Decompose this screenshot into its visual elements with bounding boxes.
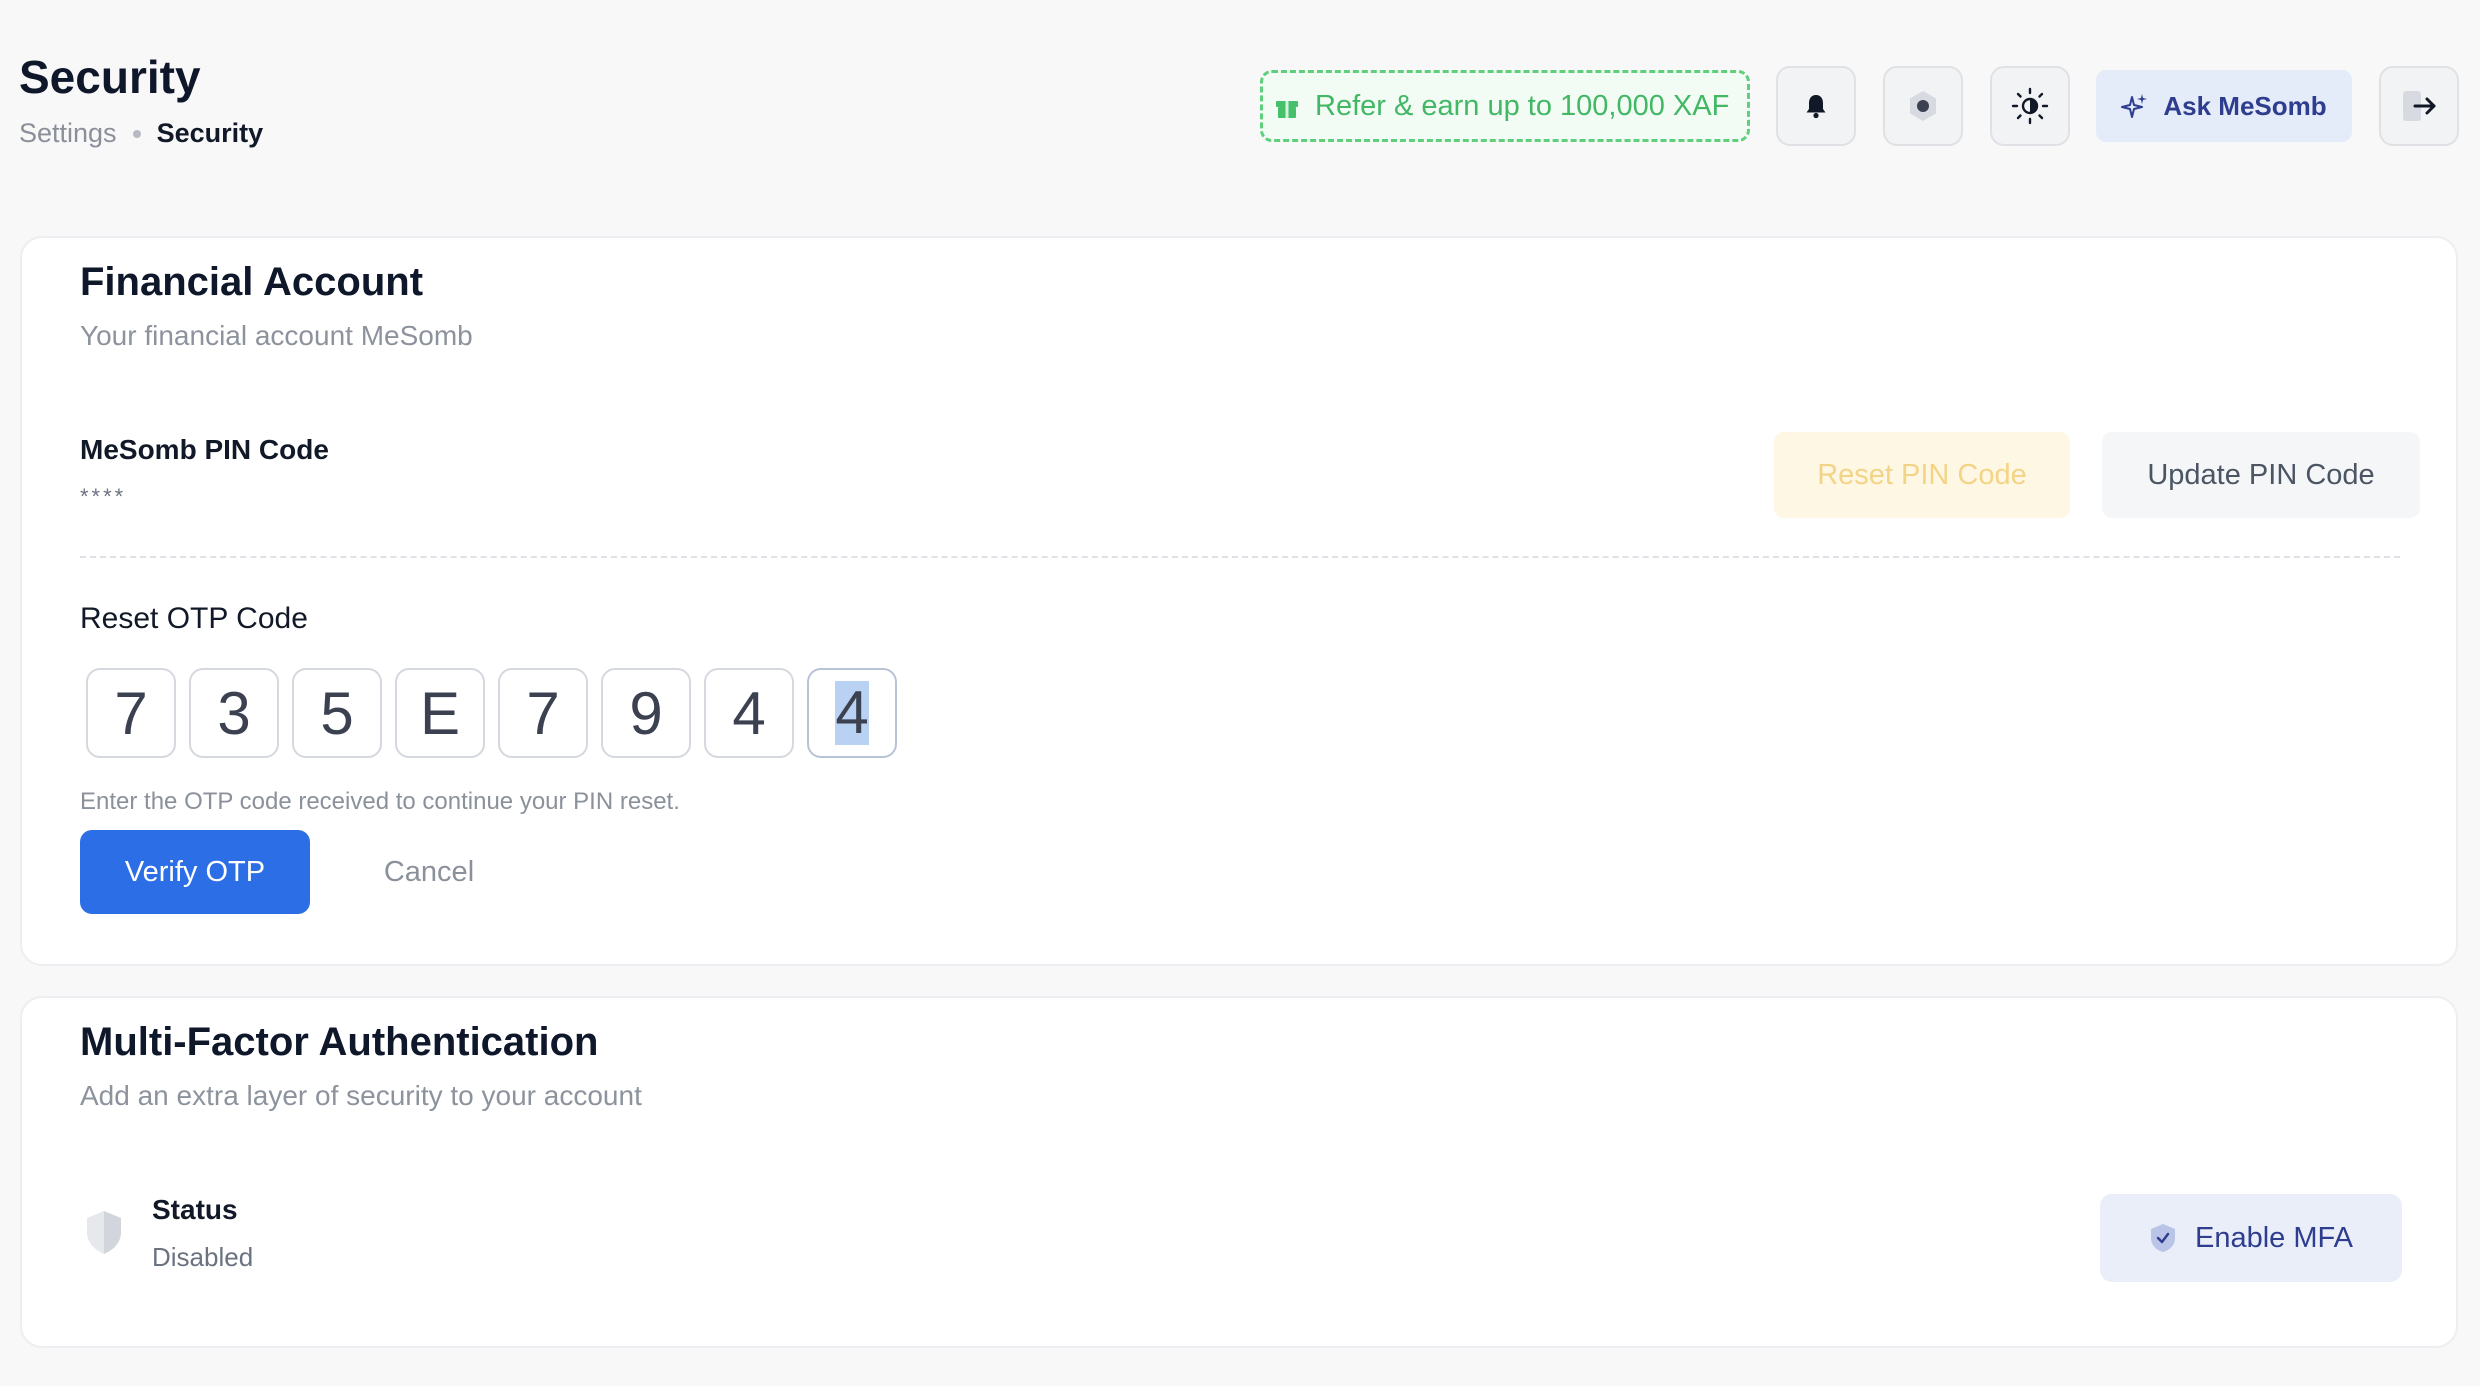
mfa-title: Multi-Factor Authentication xyxy=(80,1020,599,1064)
cancel-button[interactable]: Cancel xyxy=(354,830,504,914)
notifications-button[interactable] xyxy=(1776,66,1856,146)
update-pin-button[interactable]: Update PIN Code xyxy=(2102,432,2420,518)
pin-code-label: MeSomb PIN Code xyxy=(80,434,329,465)
sparkle-icon xyxy=(2121,94,2148,118)
enable-mfa-label: Enable MFA xyxy=(2195,1221,2353,1254)
mfa-status-value: Disabled xyxy=(152,1242,254,1272)
page-title: Security xyxy=(19,51,201,103)
logout-icon xyxy=(2403,91,2436,121)
hexagon-icon xyxy=(1910,91,1936,121)
bell-icon xyxy=(1806,95,1826,119)
settings-hexagon-button[interactable] xyxy=(1883,66,1963,146)
section-divider xyxy=(80,556,2400,558)
otp-digit-input-active[interactable]: 4 xyxy=(807,668,897,758)
breadcrumb-current: Security xyxy=(156,118,264,148)
breadcrumb: Settings Security xyxy=(19,118,263,149)
theme-toggle-button[interactable] xyxy=(1990,66,2070,146)
shield-icon xyxy=(87,1211,121,1254)
otp-digit-input[interactable]: 7 xyxy=(86,668,176,758)
ask-mesomb-button[interactable]: Ask MeSomb xyxy=(2096,70,2352,142)
otp-digit-input[interactable]: 3 xyxy=(189,668,279,758)
verify-otp-button[interactable]: Verify OTP xyxy=(80,830,310,914)
otp-digit-input[interactable]: 9 xyxy=(601,668,691,758)
ask-mesomb-label: Ask MeSomb xyxy=(2163,90,2327,121)
financial-account-subtitle: Your financial account MeSomb xyxy=(80,320,473,351)
gift-icon xyxy=(1276,101,1298,118)
otp-input-group: 7 3 5 E 7 9 4 4 xyxy=(86,668,897,758)
sun-icon xyxy=(2011,87,2049,125)
enable-mfa-button[interactable]: Enable MFA xyxy=(2100,1194,2402,1282)
refer-earn-label: Refer & earn up to 100,000 XAF xyxy=(1315,89,1730,122)
breadcrumb-separator xyxy=(132,129,141,138)
logout-button[interactable] xyxy=(2379,66,2459,146)
otp-digit-input[interactable]: 4 xyxy=(704,668,794,758)
mfa-status-label: Status xyxy=(152,1194,238,1225)
otp-digit-input[interactable]: E xyxy=(395,668,485,758)
financial-account-card: Financial Account Your financial account… xyxy=(20,236,2458,966)
otp-digit-input[interactable]: 5 xyxy=(292,668,382,758)
mfa-subtitle: Add an extra layer of security to your a… xyxy=(80,1080,642,1111)
otp-help-text: Enter the OTP code received to continue … xyxy=(80,788,680,815)
refer-earn-button[interactable]: Refer & earn up to 100,000 XAF xyxy=(1260,70,1750,142)
financial-account-title: Financial Account xyxy=(80,260,424,304)
pin-code-mask: **** xyxy=(80,484,127,509)
otp-digit-input[interactable]: 7 xyxy=(498,668,588,758)
shield-check-icon xyxy=(2151,1224,2175,1252)
breadcrumb-settings-link[interactable]: Settings xyxy=(19,118,117,149)
otp-label: Reset OTP Code xyxy=(80,602,308,635)
reset-pin-button[interactable]: Reset PIN Code xyxy=(1774,432,2070,518)
mfa-card: Multi-Factor Authentication Add an extra… xyxy=(20,996,2458,1348)
